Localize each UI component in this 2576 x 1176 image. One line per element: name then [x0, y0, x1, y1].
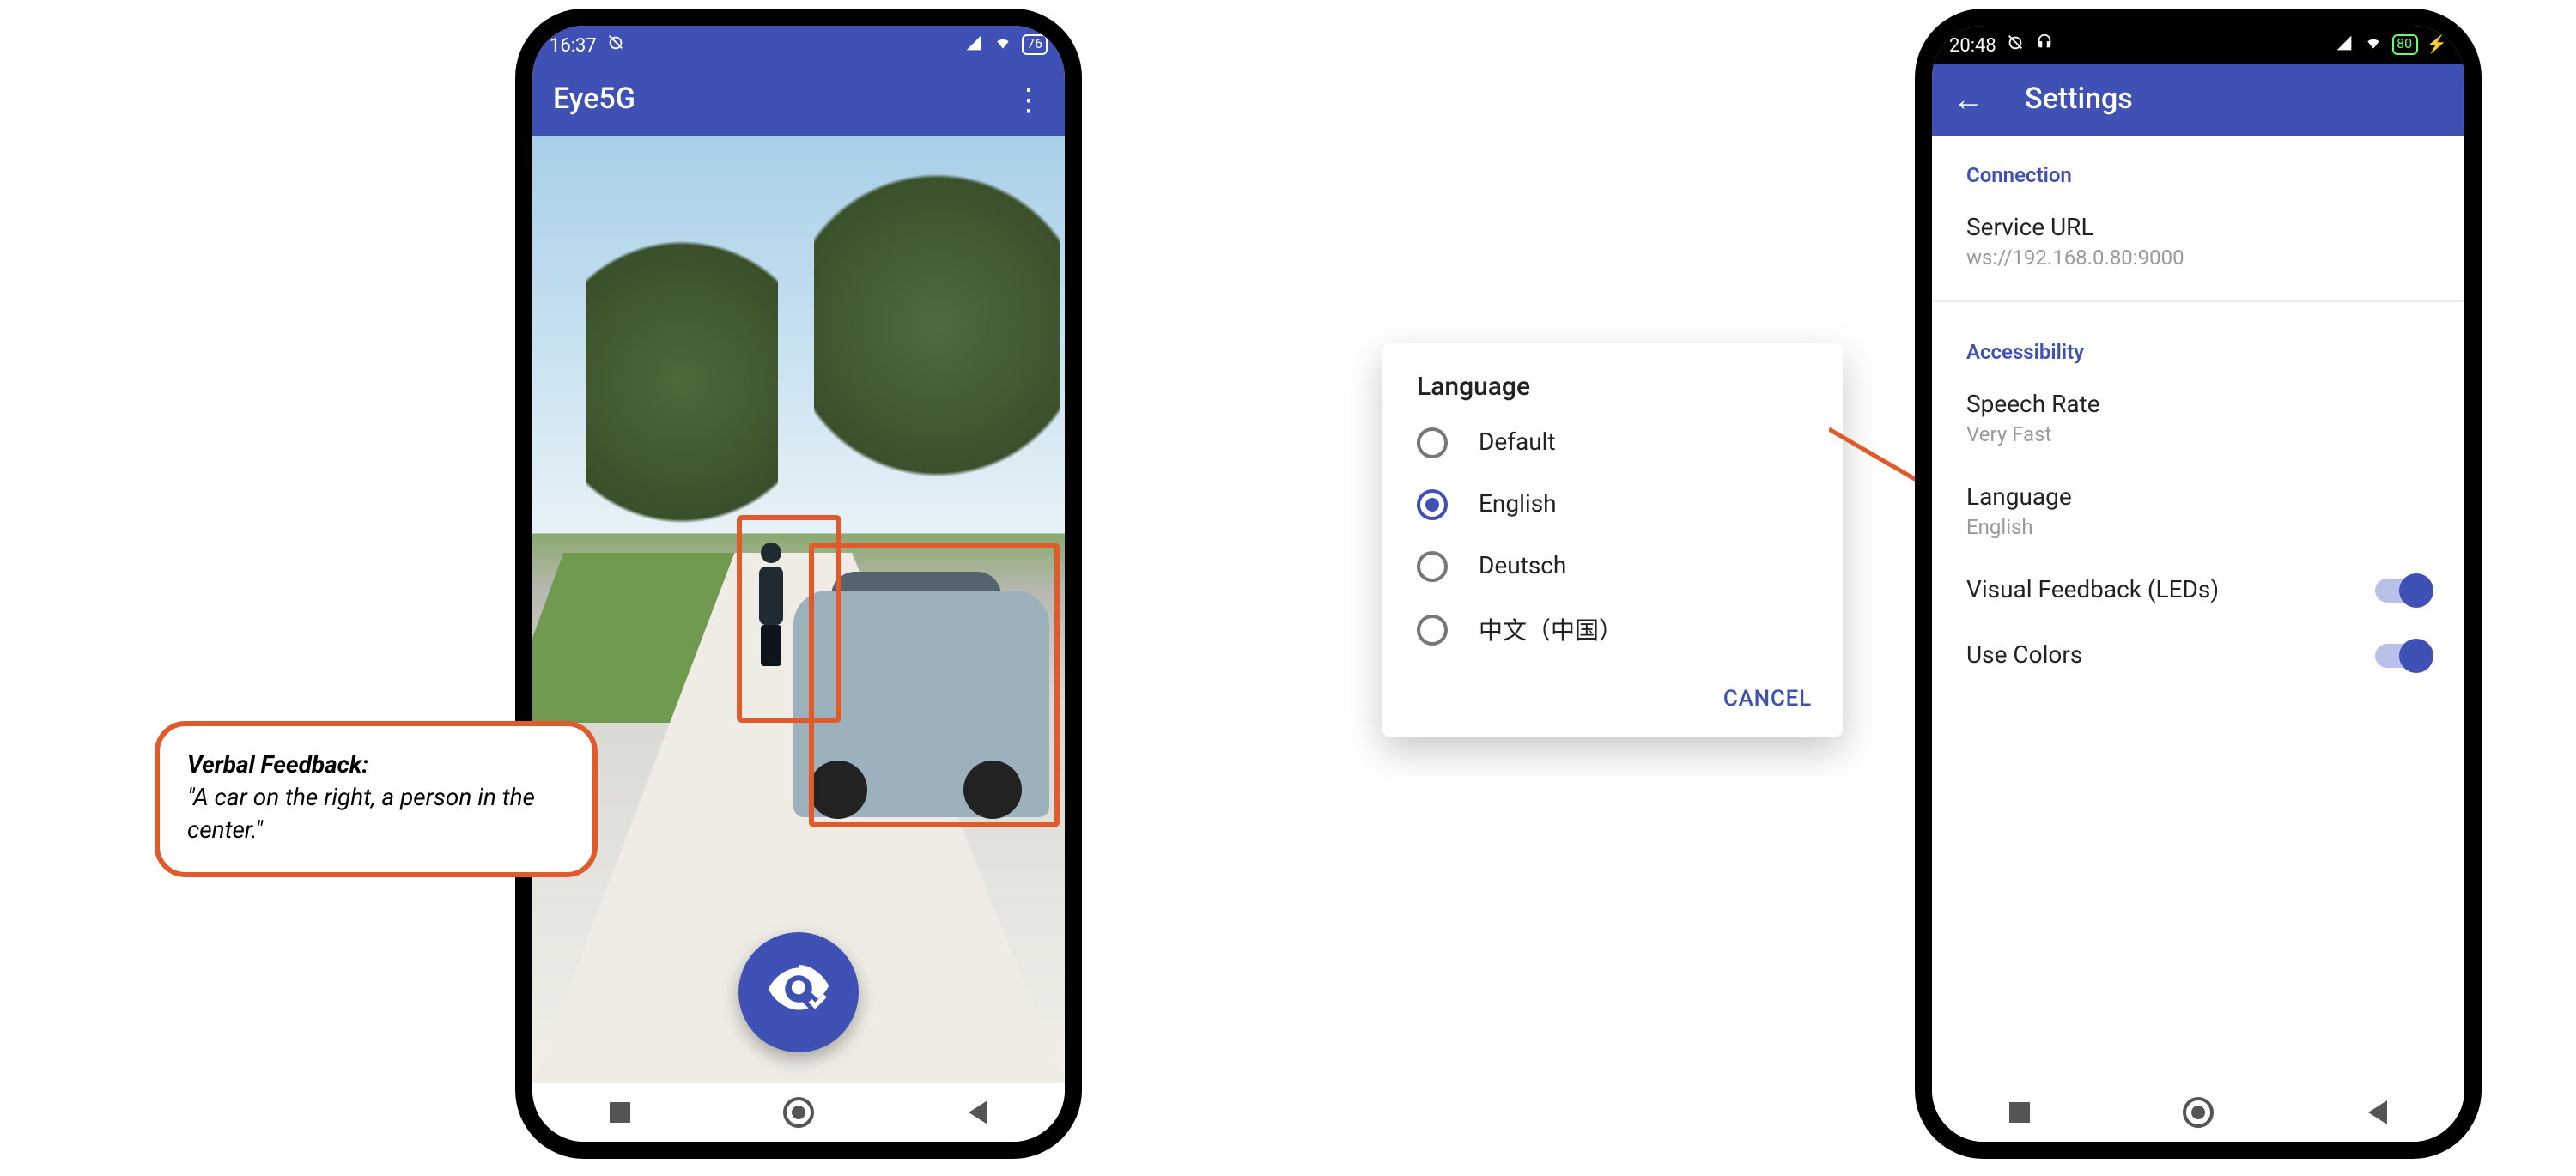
nav-recents-icon[interactable] — [610, 1102, 630, 1123]
setting-visual-feedback[interactable]: Visual Feedback (LEDs) — [1932, 560, 2464, 625]
setting-service-url[interactable]: Service URL ws://192.168.0.80:9000 — [1932, 197, 2464, 290]
nav-back-icon[interactable] — [2368, 1100, 2387, 1124]
toggle-switch[interactable] — [2375, 644, 2430, 668]
callout-title: Verbal Feedback: — [187, 750, 565, 783]
android-nav-bar — [1932, 1083, 2464, 1142]
setting-label: Visual Feedback (LEDs) — [1966, 577, 2375, 604]
section-header-accessibility: Accessibility — [1932, 312, 2464, 374]
settings-list[interactable]: Connection Service URL ws://192.168.0.80… — [1932, 136, 2464, 1083]
setting-value: Very Fast — [1966, 422, 2430, 446]
status-bar: 20:48 80 ⚡ — [1932, 26, 2464, 64]
screen-main: 16:37 76 Eye5G ⋮ — [532, 26, 1065, 1142]
language-option-default[interactable]: Default — [1389, 412, 1836, 474]
battery-indicator: 80 — [2391, 34, 2417, 55]
detect-fab-button[interactable] — [738, 932, 859, 1052]
wifi-icon — [993, 33, 1013, 56]
status-time: 16:37 — [550, 33, 597, 56]
language-option-english[interactable]: English — [1389, 474, 1836, 536]
language-option-label: Default — [1479, 429, 1556, 457]
phone-main: 16:37 76 Eye5G ⋮ — [515, 9, 1082, 1159]
headset-icon — [2036, 33, 2055, 57]
setting-speech-rate[interactable]: Speech Rate Very Fast — [1932, 374, 2464, 467]
back-arrow-icon[interactable]: ← — [1953, 82, 1984, 118]
camera-viewport — [532, 136, 1065, 1083]
radio-checked-icon — [1417, 489, 1448, 520]
battery-indicator: 76 — [1022, 34, 1048, 55]
section-header-connection: Connection — [1932, 136, 2464, 197]
app-title: Eye5G — [553, 82, 635, 117]
signal-icon — [963, 33, 984, 56]
status-time: 20:48 — [1949, 33, 1996, 56]
setting-language[interactable]: Language English — [1932, 467, 2464, 560]
app-title: Settings — [2025, 82, 2133, 117]
radio-unchecked-icon — [1417, 615, 1448, 646]
language-option-label: Deutsch — [1479, 553, 1566, 580]
language-dialog: Language Default English Deutsch 中文（中国） … — [1382, 343, 1843, 737]
screen-settings: 20:48 80 ⚡ — [1932, 26, 2464, 1142]
nav-home-icon[interactable] — [2184, 1097, 2215, 1128]
setting-label: Use Colors — [1966, 642, 2375, 670]
toggle-switch[interactable] — [2375, 579, 2430, 603]
tree-right-illustration — [815, 155, 1060, 495]
divider — [1932, 300, 2464, 302]
app-bar: Eye5G ⋮ — [532, 64, 1065, 136]
setting-label: Service URL — [1966, 215, 2430, 242]
language-option-label: 中文（中国） — [1479, 613, 1623, 647]
alarm-off-icon — [2007, 33, 2026, 57]
callout-text: "A car on the right, a person in the cen… — [187, 783, 565, 848]
android-nav-bar — [532, 1083, 1065, 1142]
dialog-cancel-button[interactable]: CANCEL — [1723, 687, 1812, 712]
setting-value: English — [1966, 515, 2430, 539]
nav-recents-icon[interactable] — [2009, 1102, 2030, 1123]
dialog-title: Language — [1417, 371, 1836, 402]
language-option-deutsch[interactable]: Deutsch — [1389, 536, 1836, 597]
alarm-off-icon — [607, 33, 626, 57]
nav-home-icon[interactable] — [784, 1097, 815, 1128]
tree-left-illustration — [586, 211, 777, 552]
nav-back-icon[interactable] — [969, 1100, 987, 1124]
setting-label: Speech Rate — [1966, 391, 2430, 419]
signal-icon — [2333, 33, 2354, 56]
phone-settings: 20:48 80 ⚡ — [1915, 9, 2482, 1159]
language-option-chinese[interactable]: 中文（中国） — [1389, 597, 1836, 663]
radio-unchecked-icon — [1417, 427, 1448, 458]
overflow-menu-icon[interactable]: ⋮ — [1013, 82, 1044, 118]
wifi-icon — [2362, 33, 2383, 56]
radio-unchecked-icon — [1417, 551, 1448, 582]
setting-label: Language — [1966, 484, 2430, 512]
app-bar: ← Settings — [1932, 64, 2464, 136]
setting-value: ws://192.168.0.80:9000 — [1966, 246, 2430, 270]
language-option-label: English — [1479, 491, 1557, 518]
charging-icon: ⚡ — [2426, 35, 2447, 54]
verbal-feedback-callout: Verbal Feedback: "A car on the right, a … — [155, 721, 598, 876]
setting-use-colors[interactable]: Use Colors — [1932, 625, 2464, 690]
eye-check-icon — [762, 953, 835, 1032]
status-bar: 16:37 76 — [532, 26, 1065, 64]
detection-bbox-car — [809, 543, 1060, 828]
